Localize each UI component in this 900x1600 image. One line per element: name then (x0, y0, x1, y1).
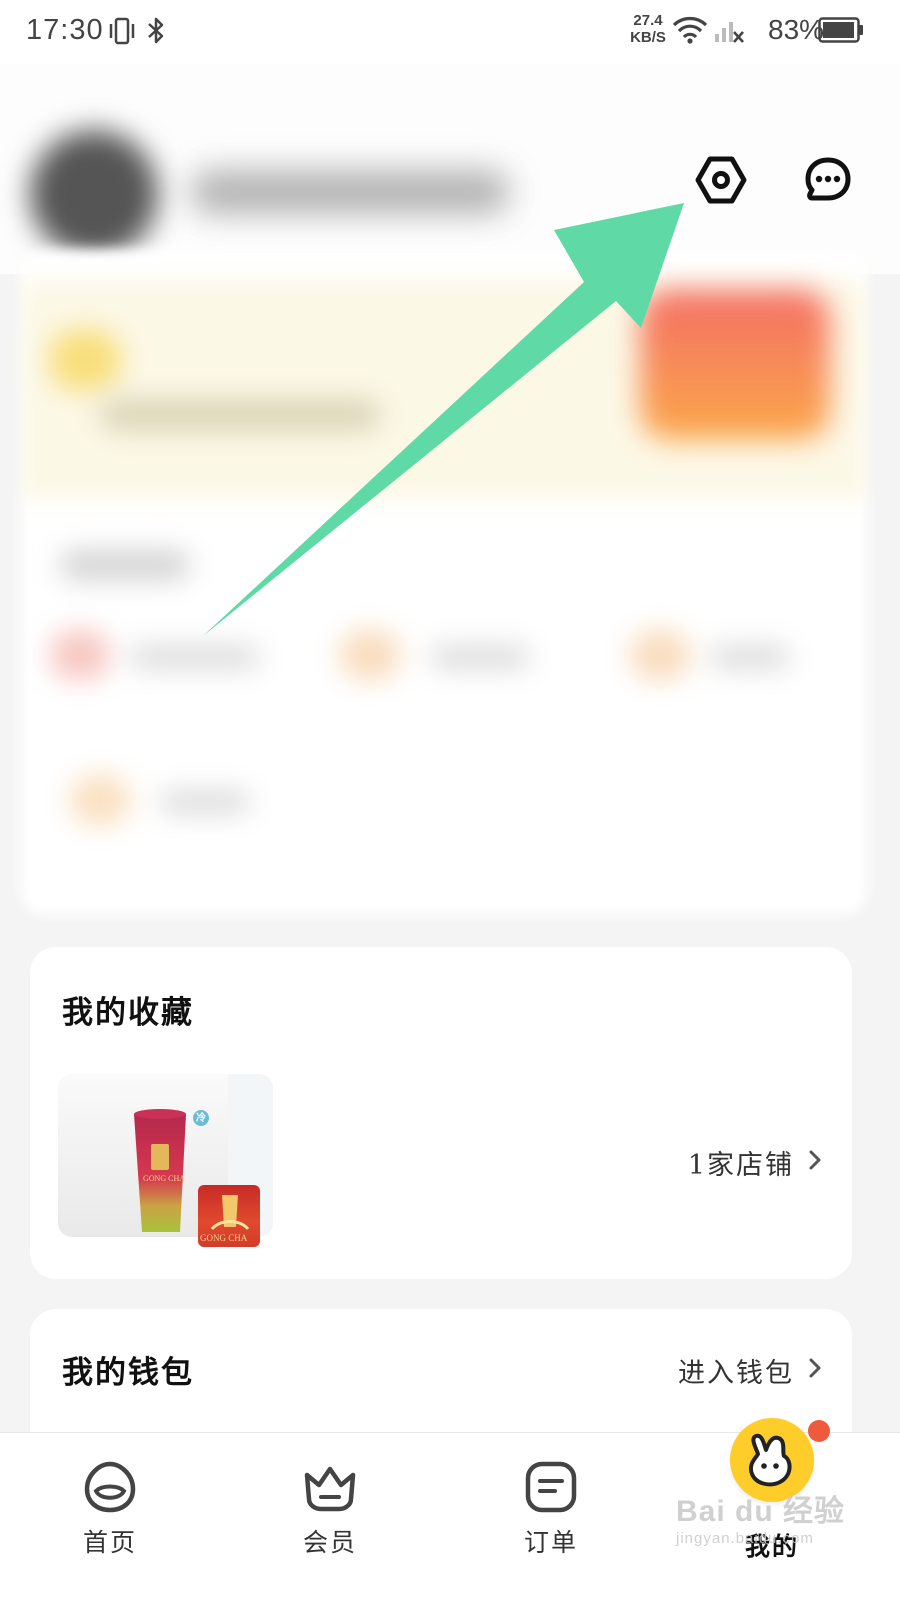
chevron-right-icon (808, 1355, 822, 1386)
chevron-right-icon (808, 1147, 822, 1178)
battery-percent: 83% (768, 14, 825, 45)
net-speed-value: 27.4 (633, 12, 663, 29)
bluetooth-icon (146, 14, 166, 53)
wifi-icon (672, 16, 708, 49)
vibrate-icon (108, 14, 136, 53)
net-speed-unit: KB/S (630, 29, 666, 46)
notification-dot (808, 1420, 830, 1442)
thumb-brand: GONG CHA (143, 1174, 185, 1183)
nav-orders[interactable]: 订单 (491, 1433, 611, 1563)
nav-orders-label: 订单 (523, 1529, 578, 1557)
favorites-stores-count: 1家店铺 (687, 1150, 794, 1181)
blurred-decor (630, 630, 690, 680)
home-icon (78, 1455, 142, 1519)
message-button[interactable] (796, 150, 860, 214)
enter-wallet-link[interactable]: 进入钱包 (678, 1351, 822, 1390)
nav-member[interactable]: 会员 (270, 1433, 390, 1563)
blurred-decor (430, 645, 530, 669)
favorites-title: 我的收藏 (62, 995, 194, 1031)
blurred-decor (160, 790, 250, 814)
blurred-decor (340, 630, 400, 680)
blurred-decor (100, 400, 380, 430)
nav-home-label: 首页 (82, 1529, 137, 1557)
watermark: Bai du 经验 (676, 1495, 846, 1528)
avatar[interactable] (30, 130, 158, 258)
settings-icon (695, 155, 747, 210)
blurred-decor (50, 330, 120, 390)
blurred-decor (130, 645, 260, 669)
message-icon (804, 156, 852, 209)
enter-wallet-label: 进入钱包 (678, 1358, 794, 1389)
blurred-decor (710, 645, 790, 669)
order-icon (519, 1455, 583, 1519)
favorites-card: 我的收藏 GONG CHA 冷 GONG CHA 1家店铺 (30, 947, 852, 1279)
favorite-secondary-thumbnail: GONG CHA (198, 1185, 260, 1247)
member-crown-icon (298, 1455, 362, 1519)
battery-icon (818, 17, 864, 48)
status-time: 17:30 (26, 14, 104, 46)
watermark-sub: jingyan.baidu.com (676, 1530, 814, 1547)
favorites-stores-link[interactable]: 1家店铺 (688, 1143, 822, 1182)
wallet-title: 我的钱包 (62, 1355, 194, 1391)
signal-off-icon (714, 16, 744, 49)
status-bar: 17:30 27.4 KB/S 83% (0, 0, 900, 64)
settings-button[interactable] (689, 150, 753, 214)
username[interactable] (190, 170, 510, 214)
thumb-tag: 冷 (196, 1113, 206, 1124)
secondary-brand: GONG CHA (200, 1233, 248, 1243)
net-speed: 27.4 KB/S (626, 12, 670, 46)
blurred-decor (50, 630, 110, 680)
blurred-decor (60, 550, 190, 580)
nav-home[interactable]: 首页 (50, 1433, 170, 1563)
promo-button[interactable] (640, 290, 830, 440)
blurred-decor (70, 775, 130, 825)
nav-member-label: 会员 (302, 1529, 357, 1557)
